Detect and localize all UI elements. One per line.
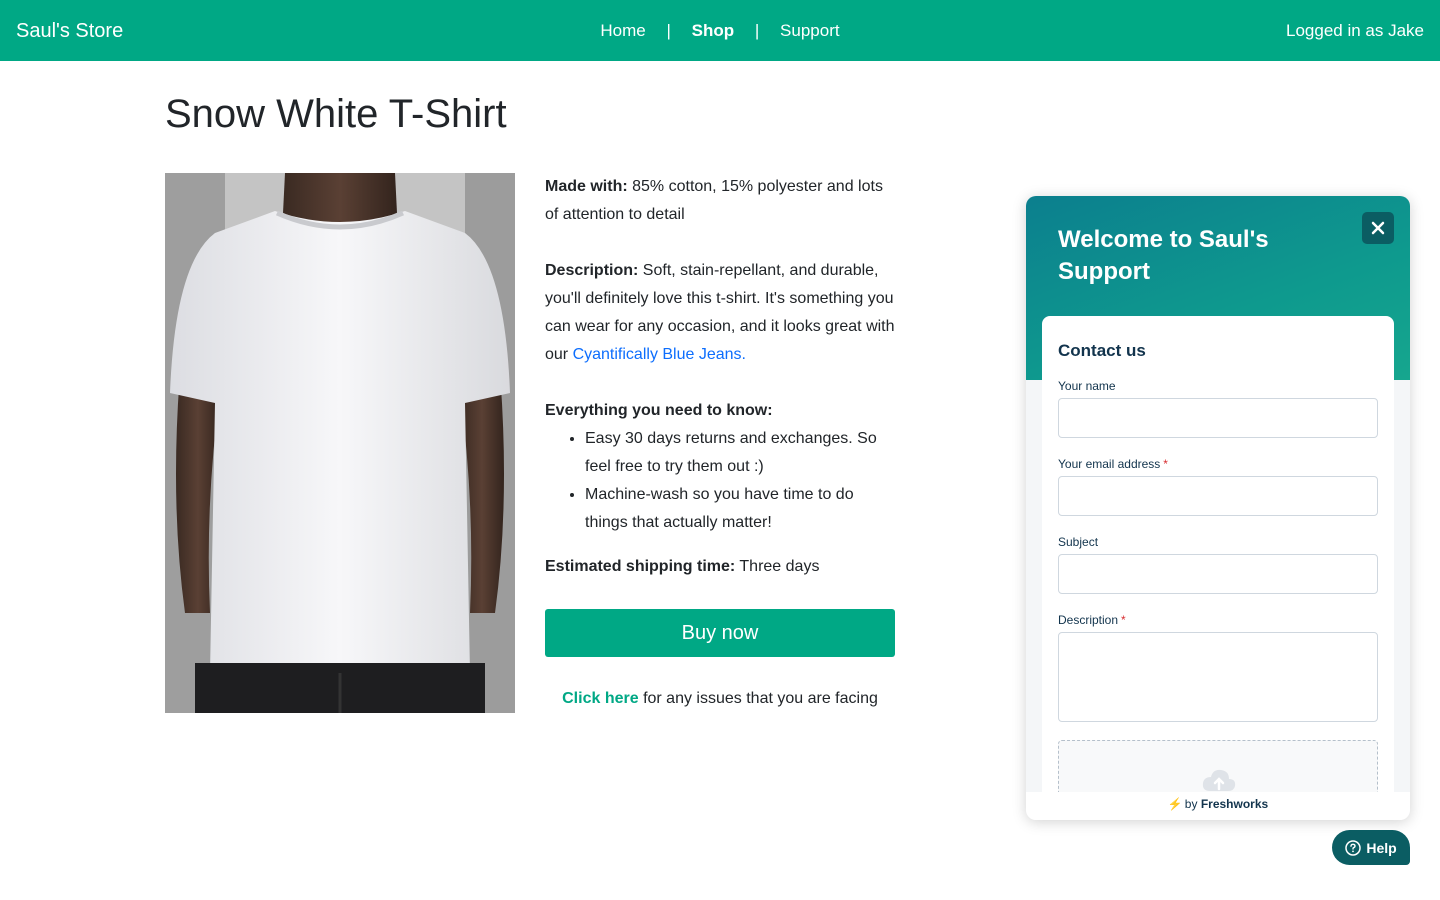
nav-separator: |	[754, 21, 760, 40]
product-details: Made with: 85% cotton, 15% polyester and…	[545, 173, 897, 553]
required-mark: *	[1163, 457, 1168, 471]
close-icon	[1371, 221, 1385, 235]
lightning-icon: ⚡	[1167, 797, 1183, 811]
description-label-text: Description	[1058, 613, 1119, 627]
issues-text: for any issues that you are facing	[643, 690, 878, 707]
widget-footer: ⚡ by Freshworks	[1026, 792, 1410, 820]
nav-home-link[interactable]: Home	[598, 21, 647, 40]
required-mark: *	[1121, 613, 1126, 627]
name-label: Your name	[1058, 378, 1116, 394]
question-circle-icon	[1345, 839, 1362, 856]
email-label-text: Your email address	[1058, 457, 1161, 471]
email-field[interactable]	[1058, 476, 1378, 516]
description-field[interactable]	[1058, 632, 1378, 722]
know-heading: Everything you need to know:	[545, 397, 897, 425]
logged-in-user: Logged in as Jake	[1286, 21, 1424, 40]
made-with-paragraph: Made with: 85% cotton, 15% polyester and…	[545, 173, 897, 229]
top-navbar: Saul's Store Home | Shop | Support Logge…	[0, 0, 1440, 61]
subject-label: Subject	[1058, 534, 1098, 550]
name-label-text: Your name	[1058, 379, 1116, 393]
nav-support-link[interactable]: Support	[778, 21, 842, 40]
help-button[interactable]: Help	[1332, 830, 1410, 865]
name-field[interactable]	[1058, 398, 1378, 438]
know-label: Everything you need to know:	[545, 402, 773, 419]
help-label: Help	[1366, 839, 1397, 856]
tshirt-model-image	[165, 173, 515, 713]
contact-form: Contact us Your name Your email address *…	[1042, 316, 1394, 796]
subject-label-text: Subject	[1058, 535, 1099, 549]
widget-welcome-title: Welcome to Saul's Support	[1058, 226, 1269, 285]
list-item: Easy 30 days returns and exchanges. So f…	[585, 425, 897, 481]
contact-title: Contact us	[1058, 341, 1146, 360]
widget-close-button[interactable]	[1362, 212, 1394, 244]
footer-brand[interactable]: Freshworks	[1201, 797, 1268, 811]
shipping-info: Estimated shipping time: Three days	[545, 553, 819, 581]
support-widget: Welcome to Saul's Support Contact us You…	[1026, 196, 1410, 820]
list-item: Machine-wash so you have time to do thin…	[585, 481, 897, 537]
nav-separator: |	[666, 21, 671, 40]
attachment-dropzone[interactable]	[1058, 740, 1378, 796]
made-with-label: Made with:	[545, 178, 628, 195]
email-label: Your email address *	[1058, 456, 1168, 472]
product-photo	[165, 173, 515, 713]
shipping-label: Estimated shipping time:	[545, 558, 736, 575]
description-label: Description:	[545, 262, 639, 279]
click-here-link[interactable]: Click here	[562, 690, 638, 707]
main-nav: Home | Shop | Support	[0, 20, 1440, 42]
features-list: Easy 30 days returns and exchanges. So f…	[545, 425, 897, 537]
product-title: Snow White T-Shirt	[165, 92, 507, 136]
issues-line: Click here for any issues that you are f…	[545, 686, 895, 712]
subject-field[interactable]	[1058, 554, 1378, 594]
jeans-link[interactable]: Cyantifically Blue Jeans.	[573, 346, 746, 363]
nav-shop-link[interactable]: Shop	[690, 21, 737, 40]
description-paragraph: Description: Soft, stain-repellant, and …	[545, 257, 897, 369]
footer-by: by	[1184, 797, 1198, 811]
description-label: Description *	[1058, 612, 1126, 628]
shipping-value: Three days	[739, 558, 820, 575]
buy-now-button[interactable]: Buy now	[545, 609, 895, 657]
